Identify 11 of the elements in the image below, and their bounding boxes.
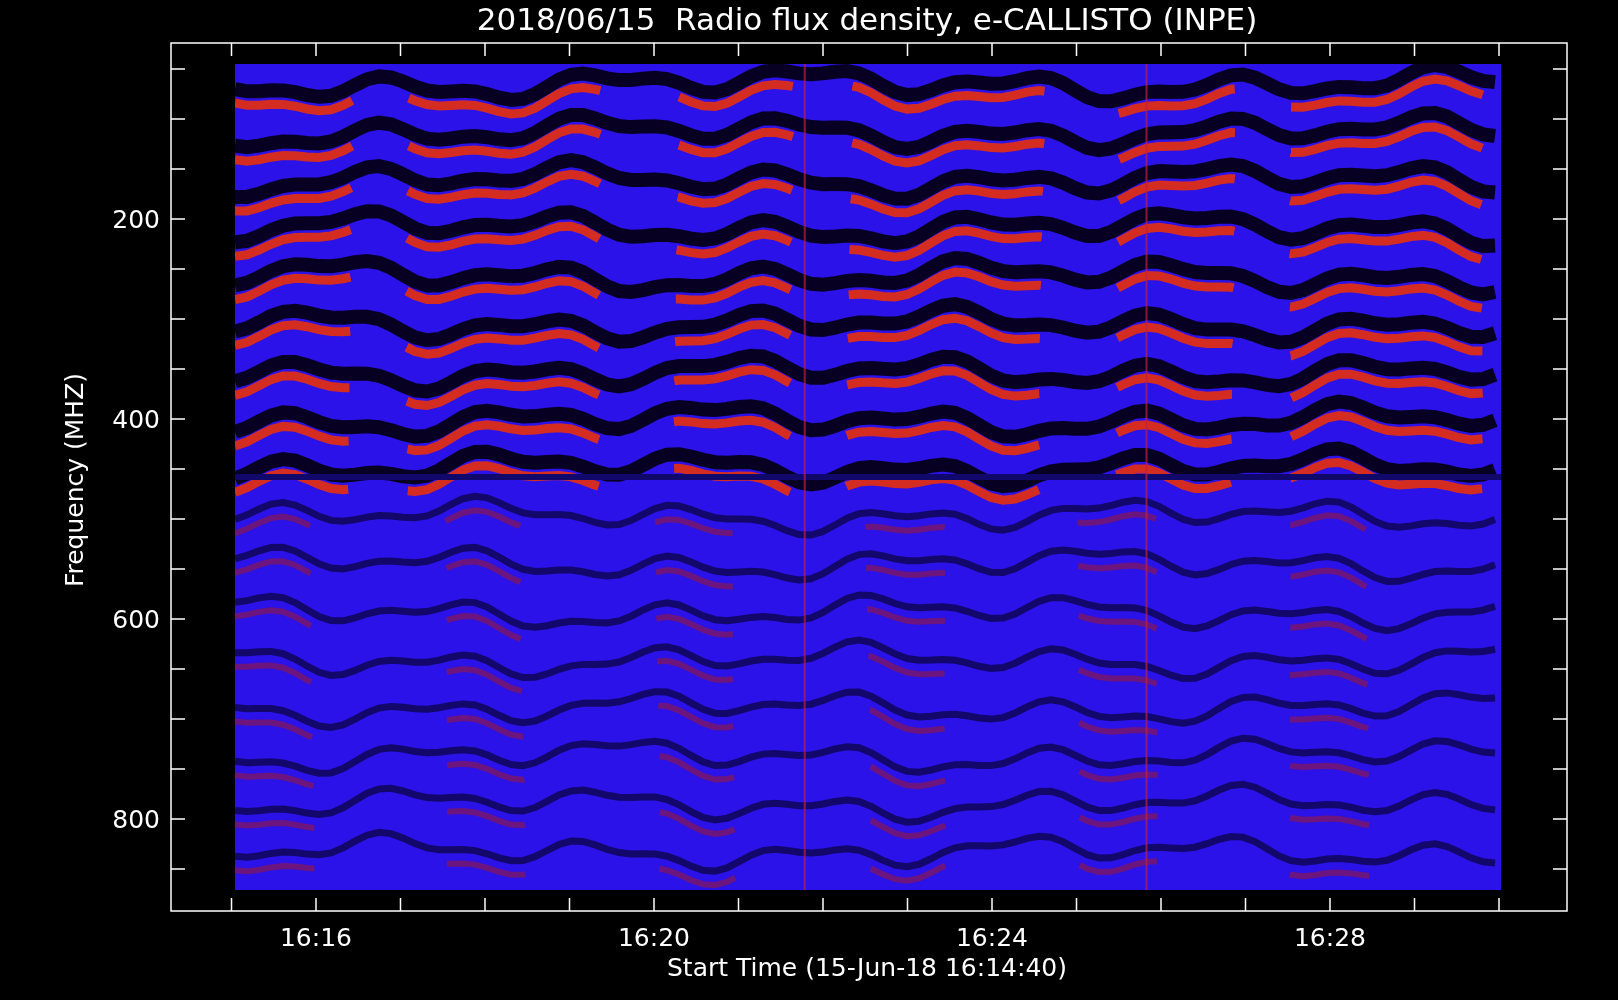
plot-title: 2018/06/15 Radio flux density, e-CALLISTO (INPE) (476, 1, 1258, 37)
y-tick-label: 200 (112, 205, 160, 234)
x-tick-label: 16:20 (618, 923, 690, 952)
y-tick-label: 800 (112, 805, 160, 834)
x-tick-label: 16:16 (280, 923, 352, 952)
y-tick-label: 400 (112, 405, 160, 434)
x-axis-title: Start Time (15-Jun-18 16:14:40) (667, 953, 1067, 982)
y-tick-label: 600 (112, 605, 160, 634)
x-tick-label: 16:24 (956, 923, 1028, 952)
y-axis-title: Frequency (MHZ) (60, 372, 89, 588)
x-tick-label: 16:28 (1294, 923, 1366, 952)
